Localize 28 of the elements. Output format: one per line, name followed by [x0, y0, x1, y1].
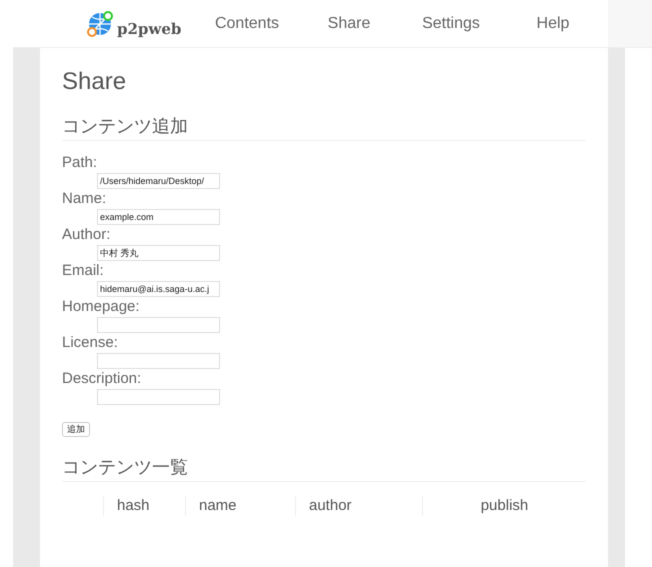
input-field[interactable] [97, 389, 220, 405]
field-label: Email: [62, 261, 104, 281]
page-title: Share [62, 68, 128, 96]
field-label: Description: [62, 369, 142, 389]
section-heading: コンテンツ一覧 [62, 455, 586, 482]
field-label: License: [62, 333, 118, 353]
nav-link[interactable]: Contents [196, 12, 298, 36]
input-field[interactable]: hidemaru@ai.is.saga-u.ac.j [97, 281, 220, 297]
field-label: Author: [62, 225, 110, 245]
field-label: Homepage: [62, 297, 140, 317]
column-header: hash [117, 496, 150, 516]
add-button[interactable]: 追加 [62, 422, 90, 437]
column-header: name [199, 496, 237, 516]
nav-link[interactable]: Share [298, 12, 400, 36]
column-header: author [309, 496, 352, 516]
input-field[interactable]: /Users/hidemaru/Desktop/ [97, 173, 220, 189]
field-label: Name: [62, 189, 106, 209]
globe-logo-icon [86, 10, 116, 38]
brand-name[interactable]: p2pweb [117, 22, 182, 36]
input-field[interactable] [97, 317, 220, 333]
input-field[interactable]: 中村 秀丸 [97, 245, 220, 261]
nav-link[interactable]: Help [502, 12, 604, 36]
field-label: Path: [62, 153, 98, 173]
nav-link[interactable]: Settings [400, 12, 502, 36]
input-field[interactable]: example.com [97, 209, 220, 225]
column-header: publish [480, 496, 528, 516]
input-field[interactable] [97, 353, 220, 369]
section-heading: コンテンツ追加 [62, 114, 586, 141]
